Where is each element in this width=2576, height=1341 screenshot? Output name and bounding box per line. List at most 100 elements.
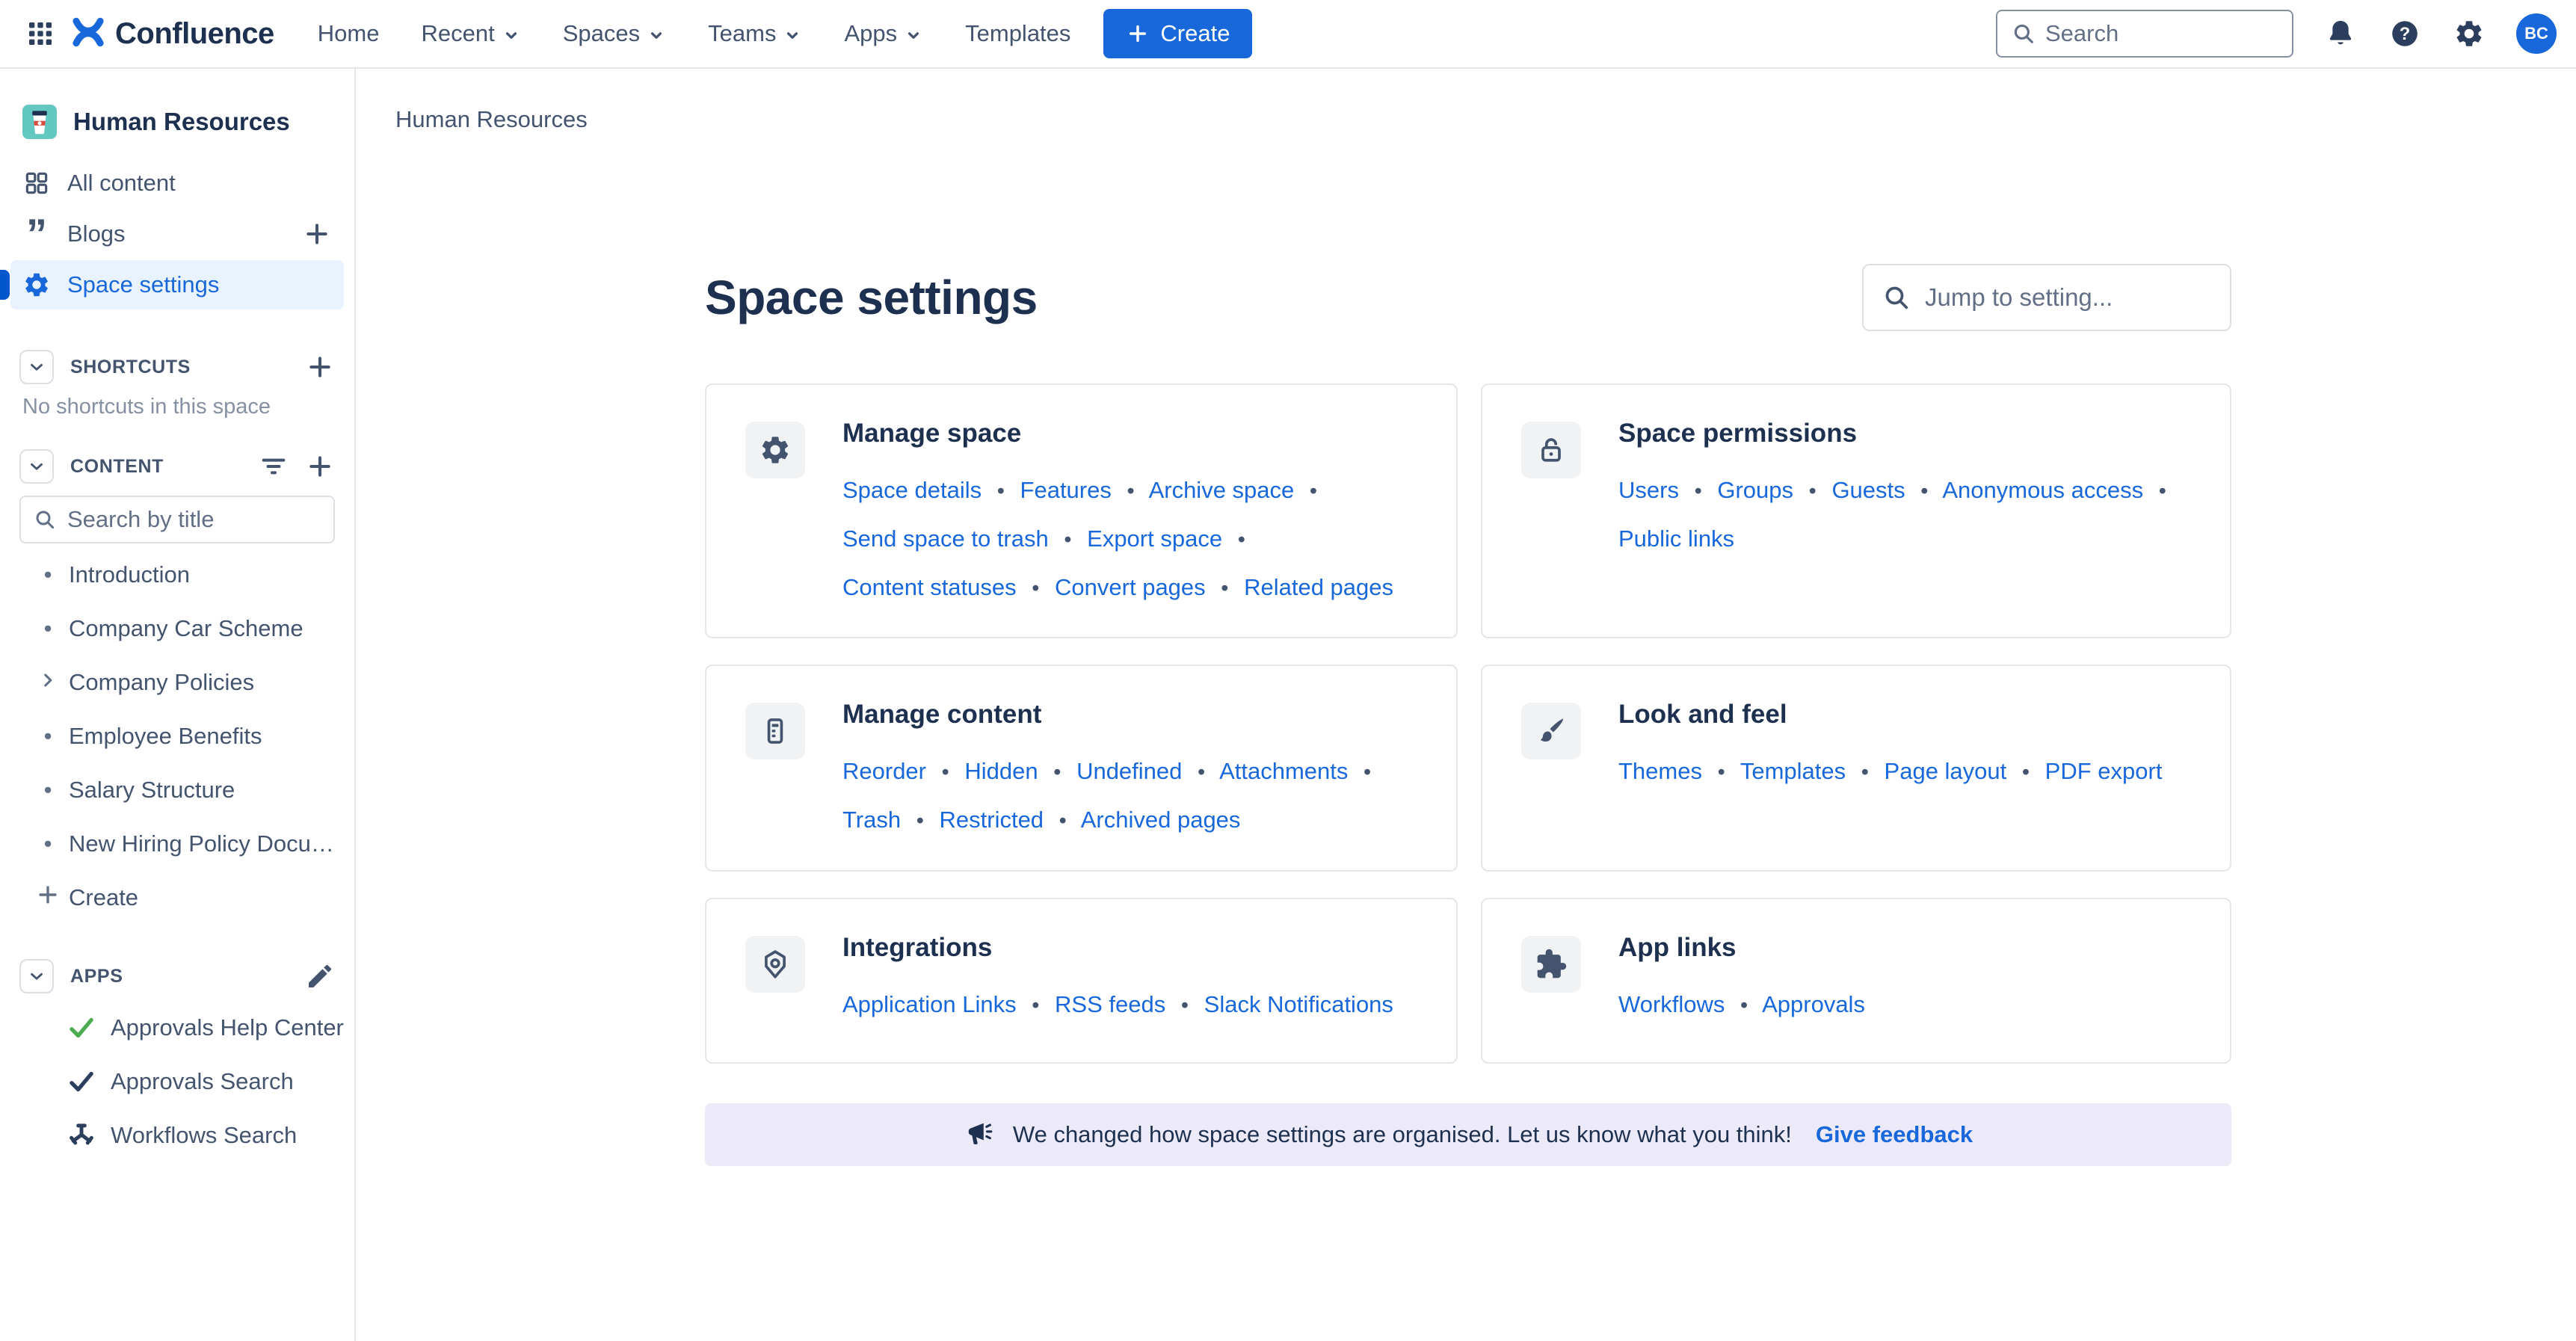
user-avatar[interactable]: BC: [2516, 13, 2557, 54]
check-navy-icon: [66, 1066, 97, 1097]
bullet-icon: •: [33, 777, 63, 804]
give-feedback-link[interactable]: Give feedback: [1816, 1121, 1973, 1148]
shortcuts-section-header: SHORTCUTS: [19, 350, 335, 384]
page-tree-item[interactable]: •Salary Structure: [0, 763, 354, 817]
separator-dot: •: [1189, 760, 1214, 784]
app-item-approvals-help-center[interactable]: Approvals Help Center: [0, 1001, 354, 1055]
setting-link-approvals[interactable]: Approvals: [1762, 991, 1865, 1017]
space-header[interactable]: Human Resources: [22, 105, 354, 139]
app-item-workflows-search[interactable]: Workflows Search: [0, 1109, 354, 1162]
card-links: Space details • Features • Archive space…: [842, 466, 1411, 612]
edit-apps-pencil-icon[interactable]: [305, 961, 335, 991]
nav-item-teams[interactable]: Teams: [708, 20, 802, 47]
setting-link-anonymous-access[interactable]: Anonymous access: [1942, 477, 2143, 503]
setting-link-groups[interactable]: Groups: [1717, 477, 1793, 503]
nav-item-apps[interactable]: Apps: [844, 20, 923, 47]
page-tree-item[interactable]: •Employee Benefits: [0, 709, 354, 763]
setting-link-undefined[interactable]: Undefined: [1076, 758, 1182, 784]
separator-dot: •: [1023, 576, 1048, 600]
setting-link-convert-pages[interactable]: Convert pages: [1055, 574, 1206, 600]
chevron-down-icon: [783, 24, 802, 43]
setting-link-rss-feeds[interactable]: RSS feeds: [1055, 991, 1165, 1017]
apps-collapse-icon[interactable]: [19, 959, 54, 993]
shortcuts-collapse-icon[interactable]: [19, 350, 54, 384]
setting-link-space-details[interactable]: Space details: [842, 477, 982, 503]
confluence-logo[interactable]: Confluence: [69, 13, 274, 55]
add-blog-icon[interactable]: [302, 219, 332, 249]
setting-link-features[interactable]: Features: [1020, 477, 1112, 503]
card-links: Reorder • Hidden • Undefined • Attachmen…: [842, 747, 1411, 845]
help-icon[interactable]: ?: [2388, 16, 2422, 51]
global-search[interactable]: [1996, 10, 2293, 58]
setting-link-slack-notifications[interactable]: Slack Notifications: [1204, 991, 1393, 1017]
setting-link-send-space-to-trash[interactable]: Send space to trash: [842, 525, 1049, 552]
setting-link-public-links[interactable]: Public links: [1618, 525, 1734, 552]
setting-link-themes[interactable]: Themes: [1618, 758, 1702, 784]
app-item-approvals-search[interactable]: Approvals Search: [0, 1055, 354, 1109]
nav-item-label: Recent: [422, 20, 495, 47]
apps-section-header: APPS: [19, 959, 335, 993]
sidebar-item-all-content[interactable]: All content: [10, 158, 344, 208]
card-look-and-feel: Look and feelThemes • Templates • Page l…: [1481, 665, 2231, 872]
page-tree-item[interactable]: •Company Car Scheme: [0, 602, 354, 656]
chevron-right-icon[interactable]: [33, 669, 63, 696]
setting-link-archive-space[interactable]: Archive space: [1149, 477, 1295, 503]
setting-link-restricted[interactable]: Restricted: [940, 807, 1044, 833]
jump-to-setting-input[interactable]: [1925, 283, 2212, 312]
add-shortcut-icon[interactable]: [305, 352, 335, 382]
sidebar-item-space-settings[interactable]: Space settings: [10, 260, 344, 309]
global-search-input[interactable]: [2045, 20, 2278, 47]
page-tree: •Introduction•Company Car SchemeCompany …: [0, 548, 354, 925]
nav-item-spaces[interactable]: Spaces: [563, 20, 666, 47]
setting-link-application-links[interactable]: Application Links: [842, 991, 1017, 1017]
feedback-banner: We changed how space settings are organi…: [705, 1103, 2231, 1166]
page-tree-item[interactable]: •New Hiring Policy Docum...: [0, 817, 354, 871]
create-button[interactable]: Create: [1103, 9, 1252, 58]
page-title-label: Salary Structure: [69, 777, 235, 804]
nav-item-label: Spaces: [563, 20, 640, 47]
setting-link-page-layout[interactable]: Page layout: [1885, 758, 2007, 784]
settings-gear-icon[interactable]: [2452, 16, 2486, 51]
sidebar-item-blogs[interactable]: ”Blogs: [10, 209, 344, 259]
content-search-input[interactable]: [67, 506, 321, 533]
setting-link-archived-pages[interactable]: Archived pages: [1081, 807, 1241, 833]
card-links: Application Links • RSS feeds • Slack No…: [842, 981, 1411, 1029]
add-content-icon[interactable]: [305, 451, 335, 481]
filter-icon[interactable]: [259, 451, 289, 481]
page-tree-item[interactable]: Company Policies: [0, 656, 354, 709]
card-manage-content: Manage contentReorder • Hidden • Undefin…: [705, 665, 1458, 872]
banner-text: We changed how space settings are organi…: [1013, 1121, 1792, 1148]
card-title: Integrations: [842, 933, 1411, 963]
setting-link-guests[interactable]: Guests: [1831, 477, 1905, 503]
setting-link-related-pages[interactable]: Related pages: [1244, 574, 1393, 600]
setting-link-attachments[interactable]: Attachments: [1219, 758, 1348, 784]
setting-link-users[interactable]: Users: [1618, 477, 1679, 503]
primary-nav: Home Recent Spaces Teams Apps Templates: [318, 20, 1071, 47]
setting-link-trash[interactable]: Trash: [842, 807, 901, 833]
nav-item-templates[interactable]: Templates: [965, 20, 1070, 47]
separator-dot: •: [2150, 479, 2175, 503]
all-content-icon: [22, 169, 51, 197]
top-navigation-bar: Confluence Home Recent Spaces Teams Apps Temp…: [0, 0, 2576, 69]
setting-link-pdf-export[interactable]: PDF export: [2045, 758, 2163, 784]
setting-link-workflows[interactable]: Workflows: [1618, 991, 1725, 1017]
jump-to-setting-search[interactable]: [1862, 264, 2231, 331]
breadcrumb[interactable]: Human Resources: [395, 106, 588, 133]
sidebar-create-page[interactable]: Create: [0, 871, 354, 925]
setting-link-content-statuses[interactable]: Content statuses: [842, 574, 1017, 600]
content-search[interactable]: [19, 496, 335, 543]
app-switcher-icon[interactable]: [19, 13, 61, 55]
setting-link-export-space[interactable]: Export space: [1087, 525, 1222, 552]
card-space-permissions: Space permissionsUsers • Groups • Guests…: [1481, 383, 2231, 638]
document-icon: [745, 703, 805, 759]
notifications-bell-icon[interactable]: [2323, 16, 2358, 51]
setting-link-reorder[interactable]: Reorder: [842, 758, 926, 784]
content-collapse-icon[interactable]: [19, 449, 54, 484]
setting-link-hidden[interactable]: Hidden: [964, 758, 1038, 784]
setting-link-templates[interactable]: Templates: [1740, 758, 1846, 784]
nav-item-recent[interactable]: Recent: [422, 20, 521, 47]
chevron-down-icon: [904, 24, 923, 43]
chevron-down-icon: [647, 24, 666, 43]
page-tree-item[interactable]: •Introduction: [0, 548, 354, 602]
nav-item-home[interactable]: Home: [318, 20, 380, 47]
